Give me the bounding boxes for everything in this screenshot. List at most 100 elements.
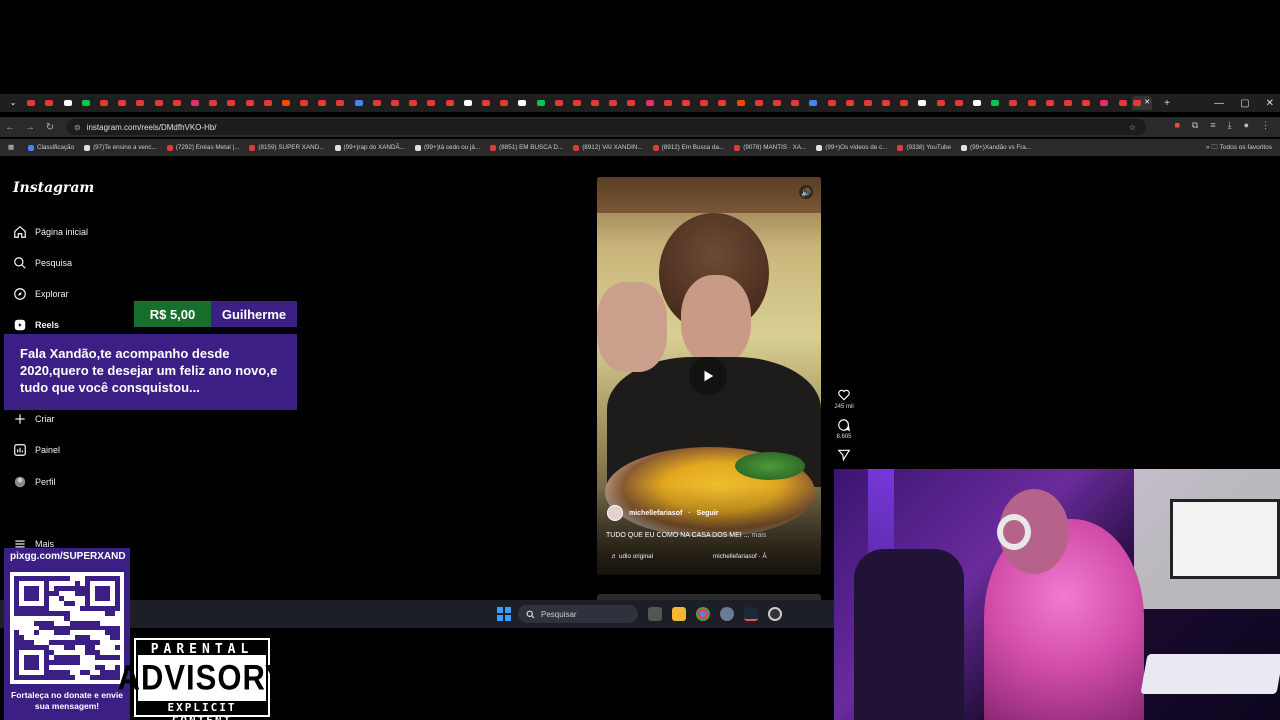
extension-icon[interactable]: ■ [1174,120,1179,131]
comment-action[interactable]: 8.605 [836,418,852,440]
browser-tab[interactable] [22,96,40,110]
profile-avatar[interactable]: ● [1244,120,1249,131]
bookmark-item[interactable]: (99+)Os vídeos de c... [816,144,887,151]
volume-icon[interactable]: 🔊 [799,185,813,199]
browser-tab[interactable] [895,96,913,110]
browser-tab[interactable] [59,96,77,110]
like-action[interactable]: 245 mil [834,388,854,410]
reel-video[interactable]: 🔊 michellefariasof · Seguir TUDO QUE EU … [597,177,821,575]
bookmark-item[interactable]: (99+)Xandão vs Fra... [960,144,1031,151]
browser-tab[interactable] [677,96,695,110]
browser-tab[interactable] [550,96,568,110]
browser-tab[interactable] [950,96,968,110]
browser-tab[interactable]: ✕ [1131,96,1152,110]
browser-tab[interactable] [659,96,677,110]
instagram-logo[interactable]: Instagram [13,180,94,196]
follow-button[interactable]: Seguir [697,510,719,517]
bookmark-item[interactable]: (8851) EM BUSCA D... [490,144,563,151]
browser-tab[interactable] [186,96,204,110]
browser-tab[interactable] [240,96,258,110]
browser-tab[interactable] [386,96,404,110]
bookmark-item[interactable]: Classificação [27,144,74,151]
browser-tab[interactable] [1113,96,1131,110]
back-icon[interactable]: ← [0,122,20,133]
browser-tab[interactable] [295,96,313,110]
browser-tab[interactable] [1023,96,1041,110]
browser-tab[interactable] [732,96,750,110]
task-view-icon[interactable] [648,607,662,621]
app-icon[interactable] [768,607,782,621]
browser-tab[interactable] [695,96,713,110]
browser-tab[interactable] [877,96,895,110]
url-input[interactable]: ⊜ instagram.com/reels/DMdfhVKO-Hb/ ☆ [66,119,1146,135]
browser-tab[interactable] [313,96,331,110]
tab-search-icon[interactable]: ⌄ [4,96,22,110]
puzzle-icon[interactable]: ⧉ [1192,120,1198,131]
browser-tab[interactable] [222,96,240,110]
browser-tab[interactable] [441,96,459,110]
browser-tab[interactable] [131,96,149,110]
browser-tab[interactable] [1004,96,1022,110]
author-avatar[interactable] [607,505,623,521]
play-button[interactable] [689,357,727,395]
browser-tab[interactable] [986,96,1004,110]
bookmark-item[interactable]: (97)Te ensino a venc... [84,144,157,151]
bookmark-item[interactable]: (8159) SUPER XAND... [249,144,325,151]
sidebar-item-dashboard[interactable]: Painel [13,442,60,458]
close-tab-icon[interactable]: ✕ [1144,99,1150,107]
forward-icon[interactable]: → [20,122,40,133]
browser-tab[interactable] [604,96,622,110]
browser-tab[interactable] [368,96,386,110]
browser-tab[interactable] [1077,96,1095,110]
bookmark-star-icon[interactable]: ☆ [1129,123,1136,132]
browser-tab[interactable] [113,96,131,110]
bookmark-item[interactable]: (99+)tá cedo ou já... [414,144,480,151]
sidebar-item-create[interactable]: Criar [13,411,55,427]
browser-tab[interactable] [422,96,440,110]
sidebar-item-home[interactable]: Página inicial [13,224,88,240]
file-explorer-icon[interactable] [672,607,686,621]
share-action[interactable] [837,448,851,462]
browser-tab[interactable] [768,96,786,110]
browser-tab[interactable] [841,96,859,110]
browser-tab[interactable] [404,96,422,110]
sidebar-item-explore[interactable]: Explorar [13,286,69,302]
browser-tab[interactable] [804,96,822,110]
browser-tab[interactable] [259,96,277,110]
browser-tab[interactable] [477,96,495,110]
browser-tab[interactable] [932,96,950,110]
sidebar-item-profile[interactable]: Perfil [13,474,56,490]
steam-icon[interactable] [744,607,758,621]
browser-tab[interactable] [750,96,768,110]
browser-tab[interactable] [713,96,731,110]
bookmark-item[interactable]: (8912) Em Busca da... [652,144,724,151]
browser-tab[interactable] [822,96,840,110]
sidebar-item-search[interactable]: Pesquisa [13,255,72,271]
reel-audio[interactable]: ♬ udio original michellefariasof · Á [611,553,767,560]
apps-grid-icon[interactable]: ▦ [8,144,14,151]
bookmark-item[interactable]: (9078) MANTIS · XA... [734,144,806,151]
browser-tab[interactable] [277,96,295,110]
browser-tab[interactable] [459,96,477,110]
chrome-icon[interactable] [696,607,710,621]
kebab-menu-icon[interactable]: ⋮ [1261,120,1270,131]
reload-icon[interactable]: ↻ [40,122,60,133]
browser-tab[interactable] [641,96,659,110]
taskbar-search[interactable]: Pesquisar [518,605,638,623]
bookmark-item[interactable]: (7292) Enéas Metal |... [166,144,239,151]
windows-start-icon[interactable] [497,607,511,621]
browser-tab[interactable] [622,96,640,110]
new-tab-icon[interactable]: + [1164,98,1170,109]
settings-icon[interactable] [720,607,734,621]
browser-tab[interactable] [968,96,986,110]
minimize-icon[interactable]: — [1214,98,1224,109]
all-bookmarks-folder[interactable]: » 🗀 Todos os favoritos [1200,143,1272,154]
browser-tab[interactable] [531,96,549,110]
browser-tab[interactable] [495,96,513,110]
browser-tab[interactable] [77,96,95,110]
site-info-icon[interactable]: ⊜ [74,123,81,132]
browser-tab[interactable] [913,96,931,110]
browser-tab[interactable] [168,96,186,110]
browser-tab[interactable] [786,96,804,110]
browser-tab[interactable] [1059,96,1077,110]
